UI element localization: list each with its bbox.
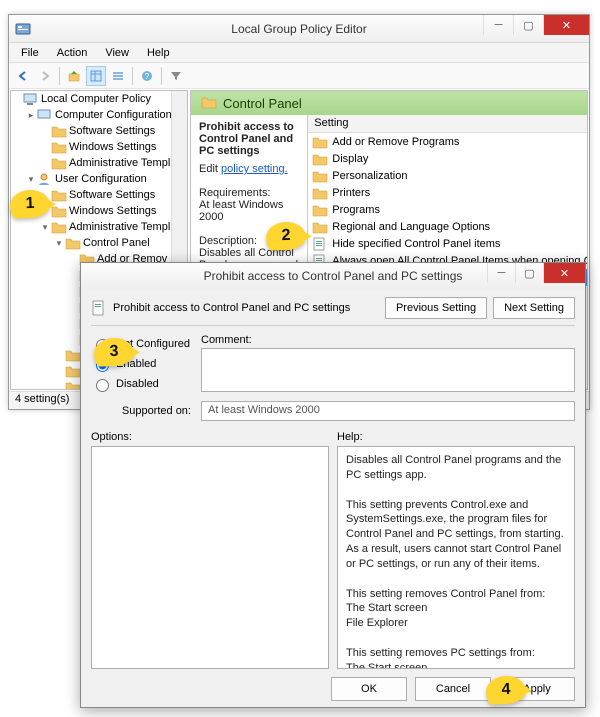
settings-item-label: Programs — [332, 204, 380, 216]
cancel-button[interactable]: Cancel — [415, 677, 491, 701]
back-icon[interactable] — [13, 66, 33, 86]
dialog-close-button[interactable]: ✕ — [543, 263, 585, 283]
tree-item[interactable]: Software Settings — [67, 187, 155, 203]
svg-text:?: ? — [145, 72, 150, 81]
details-view-icon[interactable] — [86, 66, 106, 86]
computer-icon — [23, 92, 39, 106]
settings-item-label: Regional and Language Options — [332, 221, 490, 233]
settings-list-item[interactable]: Add or Remove Programs — [308, 133, 588, 150]
folder-icon — [65, 236, 81, 250]
menu-action[interactable]: Action — [49, 45, 96, 61]
gpedit-menubar: File Action View Help — [9, 43, 589, 63]
comment-label: Comment: — [201, 334, 575, 346]
settings-item-label: Display — [332, 153, 368, 165]
settings-header: Control Panel — [191, 91, 587, 115]
requirements-value: At least Windows 2000 — [199, 199, 299, 223]
folder-icon — [51, 124, 67, 138]
tree-item[interactable]: Administrative Templ — [67, 219, 170, 235]
gpedit-titlebar: Local Group Policy Editor ─ ▢ ✕ — [9, 15, 589, 43]
folder-icon — [65, 364, 81, 378]
settings-list-item[interactable]: Printers — [308, 184, 588, 201]
tree-user-config[interactable]: User Configuration — [53, 171, 147, 187]
gpedit-toolbar: ? — [9, 63, 589, 89]
settings-list-item[interactable]: Display — [308, 150, 588, 167]
close-button[interactable]: ✕ — [543, 15, 589, 35]
policy-icon — [91, 300, 107, 316]
menu-file[interactable]: File — [13, 45, 47, 61]
tree-item[interactable]: Windows Settings — [67, 139, 156, 155]
folder-icon — [312, 152, 328, 166]
options-label: Options: — [91, 431, 329, 443]
requirements-label: Requirements: — [199, 187, 299, 199]
tree-item[interactable]: Software Settings — [67, 123, 155, 139]
folder-icon — [51, 220, 67, 234]
help-box: Disables all Control Panel programs and … — [337, 446, 575, 669]
policy-page-icon — [312, 237, 328, 251]
ok-button[interactable]: OK — [331, 677, 407, 701]
minimize-button[interactable]: ─ — [483, 15, 513, 35]
filter-icon[interactable] — [166, 66, 186, 86]
computer-config-icon — [37, 108, 53, 122]
menu-view[interactable]: View — [97, 45, 137, 61]
previous-setting-button[interactable]: Previous Setting — [385, 297, 487, 319]
list-view-icon[interactable] — [108, 66, 128, 86]
folder-icon — [51, 156, 67, 170]
settings-list-item[interactable]: Programs — [308, 201, 588, 218]
folder-icon — [312, 169, 328, 183]
settings-list-item[interactable]: Personalization — [308, 167, 588, 184]
settings-list-item[interactable]: Hide specified Control Panel items — [308, 235, 588, 252]
dialog-maximize-button[interactable]: ▢ — [515, 263, 543, 283]
up-icon[interactable] — [64, 66, 84, 86]
settings-list-item[interactable]: Regional and Language Options — [308, 218, 588, 235]
settings-item-label: Hide specified Control Panel items — [332, 238, 500, 250]
settings-item-label: Printers — [332, 187, 370, 199]
help-label: Help: — [337, 431, 575, 443]
comment-textarea[interactable] — [201, 348, 575, 392]
tree-item[interactable]: Administrative Templ — [67, 155, 170, 171]
folder-icon — [312, 186, 328, 200]
folder-icon — [312, 220, 328, 234]
next-setting-button[interactable]: Next Setting — [493, 297, 575, 319]
tree-control-panel[interactable]: Control Panel — [81, 235, 150, 251]
policy-heading: Prohibit access to Control Panel and PC … — [113, 302, 379, 314]
supported-on-value: At least Windows 2000 — [201, 401, 575, 421]
setting-name: Prohibit access to Control Panel and PC … — [199, 121, 299, 157]
folder-icon — [312, 135, 328, 149]
tree-root[interactable]: Local Computer Policy — [39, 91, 151, 107]
policy-dialog: Prohibit access to Control Panel and PC … — [80, 262, 586, 708]
settings-item-label: Add or Remove Programs — [332, 136, 459, 148]
tree-item[interactable]: Windows Settings — [67, 203, 156, 219]
policy-setting-link[interactable]: policy setting. — [221, 163, 288, 175]
maximize-button[interactable]: ▢ — [513, 15, 543, 35]
forward-icon[interactable] — [35, 66, 55, 86]
menu-help[interactable]: Help — [139, 45, 178, 61]
folder-icon — [65, 348, 81, 362]
folder-icon — [312, 203, 328, 217]
options-box — [91, 446, 329, 669]
settings-header-text: Control Panel — [223, 96, 302, 111]
folder-icon — [201, 95, 217, 111]
column-header-setting[interactable]: Setting — [308, 115, 588, 133]
dialog-titlebar: Prohibit access to Control Panel and PC … — [81, 263, 585, 289]
dialog-minimize-button[interactable]: ─ — [487, 263, 515, 283]
radio-disabled[interactable]: Disabled — [91, 374, 201, 394]
help-icon[interactable]: ? — [137, 66, 157, 86]
supported-on-label: Supported on: — [91, 405, 201, 417]
user-config-icon — [37, 172, 53, 186]
folder-icon — [51, 140, 67, 154]
settings-item-label: Personalization — [332, 170, 407, 182]
folder-icon — [65, 380, 81, 390]
tree-computer-config[interactable]: Computer Configuration — [53, 107, 172, 123]
